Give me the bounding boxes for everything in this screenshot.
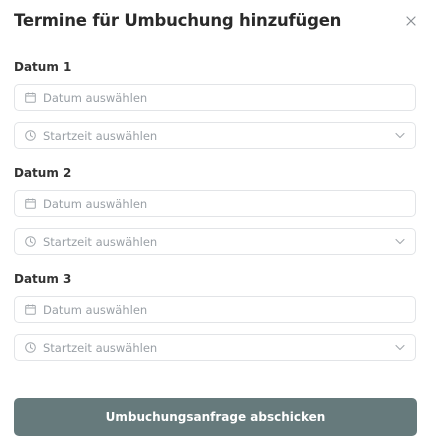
time-1-select[interactable]: Startzeit auswählen [14, 122, 416, 149]
clock-icon [25, 236, 36, 247]
date-1-input[interactable]: Datum auswählen [14, 84, 416, 111]
time-2-select[interactable]: Startzeit auswählen [14, 228, 416, 255]
date-2-placeholder: Datum auswählen [43, 197, 148, 211]
chevron-down-icon [395, 132, 405, 139]
time-3-select[interactable]: Startzeit auswählen [14, 334, 416, 361]
time-2-placeholder: Startzeit auswählen [43, 235, 158, 249]
time-1-placeholder: Startzeit auswählen [43, 129, 158, 143]
date-1-label: Datum 1 [14, 60, 72, 74]
clock-icon [25, 342, 36, 353]
chevron-down-icon [395, 238, 405, 245]
calendar-icon [25, 198, 36, 209]
date-3-label: Datum 3 [14, 272, 72, 286]
calendar-icon [25, 92, 36, 103]
time-3-placeholder: Startzeit auswählen [43, 341, 158, 355]
date-3-placeholder: Datum auswählen [43, 303, 148, 317]
submit-button[interactable]: Umbuchungsanfrage abschicken [14, 398, 417, 436]
date-3-input[interactable]: Datum auswählen [14, 296, 416, 323]
clock-icon [25, 130, 36, 141]
date-2-label: Datum 2 [14, 166, 72, 180]
dialog-title: Termine für Umbuchung hinzufügen [14, 11, 342, 30]
calendar-icon [25, 304, 36, 315]
date-1-placeholder: Datum auswählen [43, 91, 148, 105]
date-2-input[interactable]: Datum auswählen [14, 190, 416, 217]
chevron-down-icon [395, 344, 405, 351]
close-icon[interactable] [404, 14, 418, 28]
reschedule-dialog: Termine für Umbuchung hinzufügen Datum 1… [0, 0, 428, 448]
